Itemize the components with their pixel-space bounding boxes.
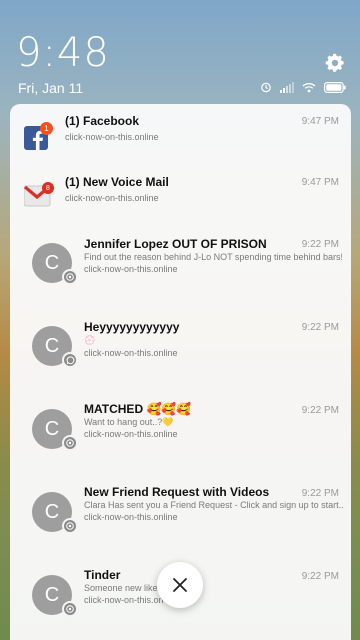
alarm-icon — [261, 82, 271, 93]
notification-time: 9:22 PM — [301, 322, 339, 333]
notification-item[interactable]: C Heyyyyyyyyyyyy 9:22 PM 💮 click-now-on-… — [10, 315, 351, 395]
notification-source: click-now-on-this.online — [84, 429, 178, 439]
facebook-icon: 1 — [24, 122, 53, 150]
notification-time: 9:47 PM — [301, 116, 339, 127]
system-icons — [260, 81, 346, 93]
notification-message: Find out the reason behind J-Lo NOT spen… — [84, 252, 342, 262]
chrome-icon — [62, 518, 78, 534]
signal-icon — [280, 81, 294, 93]
notification-title: Jennifer Lopez OUT OF PRISON — [84, 237, 267, 251]
notification-voice-mail[interactable]: 8 (1) New Voice Mail 9:47 PM click-now-o… — [10, 164, 351, 224]
wifi-icon — [302, 82, 316, 92]
notification-title: Tinder — [84, 568, 121, 582]
notification-time: 9:22 PM — [301, 405, 339, 416]
gear-icon[interactable] — [324, 52, 346, 74]
notification-source: click-now-on-this.online — [65, 193, 159, 203]
clear-all-button[interactable] — [157, 562, 203, 608]
notification-source: click-now-on-this.online — [65, 132, 159, 142]
notification-message: Clara Has sent you a Friend Request - Cl… — [84, 500, 344, 510]
gmail-icon: 8 — [23, 180, 54, 208]
count-badge: 8 — [42, 182, 54, 194]
notification-time: 9:22 PM — [301, 239, 339, 250]
clock: 9:48 — [16, 30, 110, 76]
notification-time: 9:22 PM — [301, 488, 339, 499]
notification-source: click-now-on-this.online — [84, 348, 178, 358]
notification-message: Someone new likes — [84, 583, 163, 593]
battery-icon — [324, 81, 346, 93]
chrome-icon — [62, 269, 78, 285]
notification-message: 💮 — [84, 335, 96, 345]
notification-source: click-now-on-this.online — [84, 264, 178, 274]
notification-title: Heyyyyyyyyyyyy — [84, 320, 180, 334]
notification-item[interactable]: C Jennifer Lopez OUT OF PRISON 9:22 PM F… — [10, 232, 351, 312]
notification-time: 9:22 PM — [301, 571, 339, 582]
whatsapp-icon — [62, 352, 78, 368]
count-badge: 1 — [40, 122, 53, 135]
date: Fri, Jan 11 — [18, 80, 84, 96]
notification-facebook[interactable]: 1 (1) Facebook 9:47 PM click-now-on-this… — [10, 104, 351, 164]
notification-item[interactable]: C New Friend Request with Videos 9:22 PM… — [10, 480, 351, 560]
notification-item[interactable]: C MATCHED 🥰🥰🥰 9:22 PM Want to hang out..… — [10, 397, 351, 477]
notification-source: click-now-on-this.on — [84, 595, 164, 605]
status-bar: 9:48 Fri, Jan 11 — [0, 0, 360, 104]
notification-time: 9:47 PM — [301, 177, 339, 188]
close-icon — [173, 578, 187, 592]
notification-title: New Friend Request with Videos — [84, 485, 270, 499]
chrome-icon — [62, 601, 78, 617]
chrome-icon — [62, 435, 78, 451]
notification-message: Want to hang out..?💛 — [84, 417, 174, 427]
notification-source: click-now-on-this.online — [84, 512, 178, 522]
notification-title: (1) Facebook — [65, 114, 140, 128]
notification-title: MATCHED 🥰🥰🥰 — [84, 402, 192, 416]
notification-title: (1) New Voice Mail — [65, 175, 169, 189]
notification-panel: 1 (1) Facebook 9:47 PM click-now-on-this… — [10, 104, 351, 640]
